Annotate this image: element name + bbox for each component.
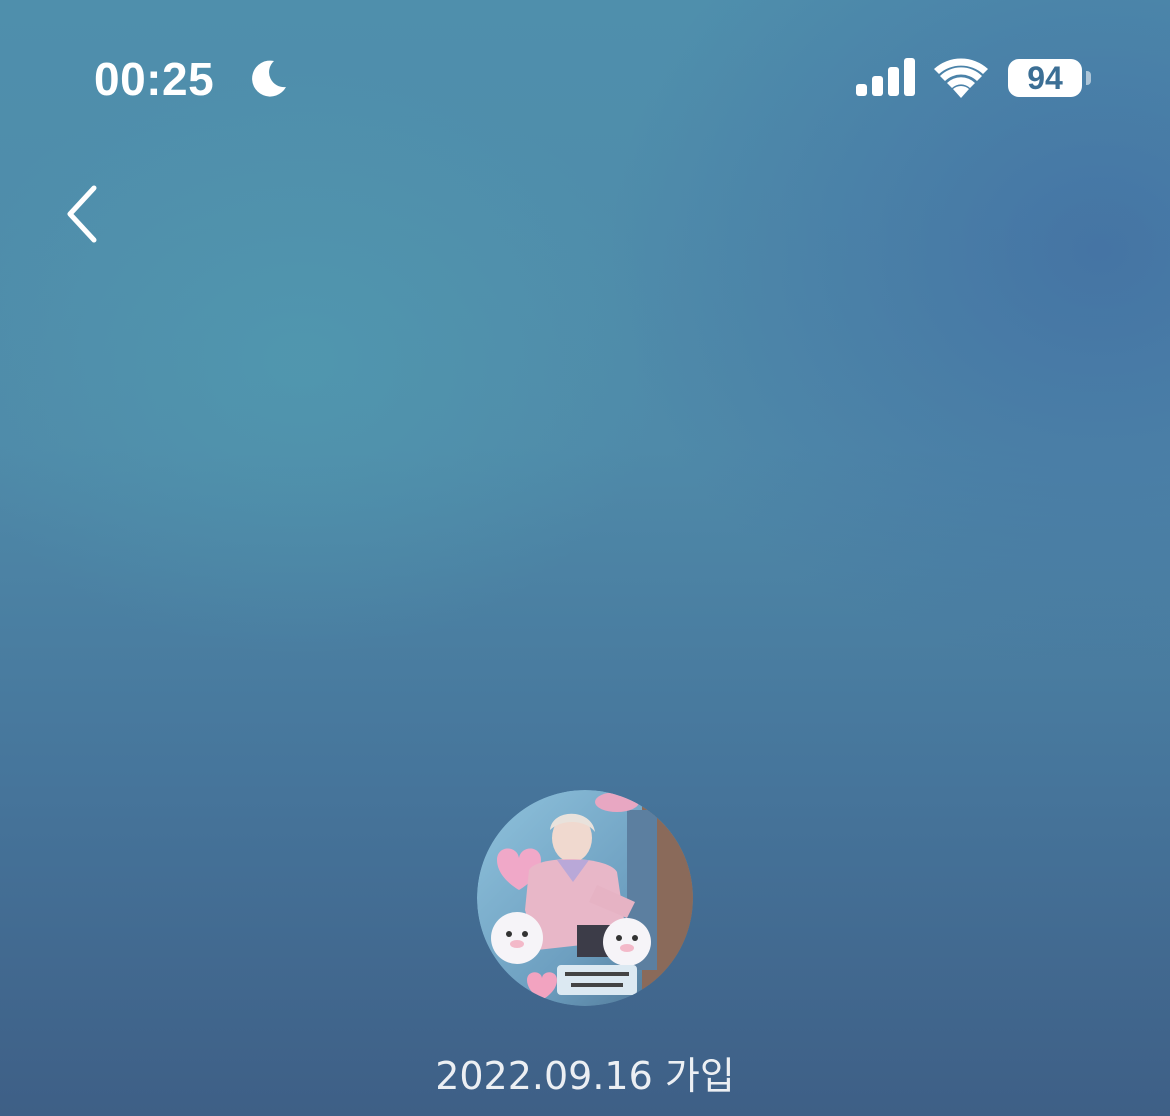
status-bar: 00:25 94	[0, 0, 1170, 140]
battery-cap	[1086, 71, 1091, 85]
join-date-text: 2022.09.16 가입	[435, 1054, 735, 1098]
battery-body: 94	[1008, 59, 1082, 97]
back-button[interactable]	[54, 180, 114, 250]
avatar[interactable]	[477, 790, 693, 1006]
battery-level: 94	[1027, 60, 1063, 96]
cellular-signal-icon	[856, 58, 915, 96]
battery-indicator: 94	[1008, 59, 1092, 97]
status-time: 00:25	[94, 53, 215, 105]
chevron-left-icon	[67, 185, 97, 243]
wifi-icon	[934, 58, 988, 98]
moon-icon	[252, 60, 286, 97]
